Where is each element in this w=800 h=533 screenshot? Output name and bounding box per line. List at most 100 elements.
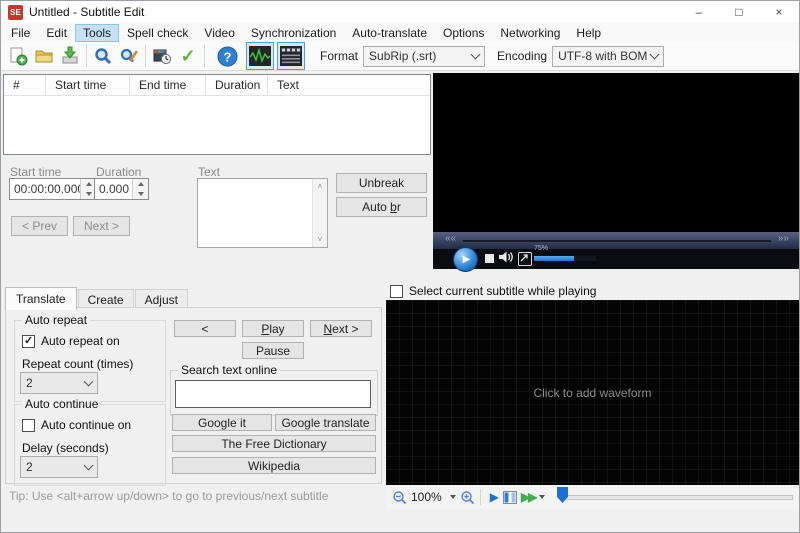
prev-button[interactable]: < Prev: [11, 216, 68, 236]
play-button[interactable]: Play: [242, 320, 304, 337]
menu-tools[interactable]: Tools: [75, 23, 120, 42]
new-file-icon[interactable]: [5, 43, 31, 69]
video-position-icon[interactable]: [502, 490, 517, 504]
scroll-down-icon[interactable]: ˅: [318, 235, 323, 244]
next-subtitle-button[interactable]: Next >: [73, 216, 130, 236]
start-time-input[interactable]: 00:00:00.000: [9, 178, 97, 200]
auto-br-mnemonic: b: [390, 200, 397, 214]
encoding-select[interactable]: UTF-8 with BOM: [552, 45, 665, 67]
waveform-zoom-value[interactable]: 100%: [411, 490, 442, 504]
next-button[interactable]: Next >: [310, 320, 372, 337]
app-icon[interactable]: SE: [8, 4, 23, 20]
back-button[interactable]: <: [174, 320, 236, 337]
tab-translate[interactable]: Translate: [5, 287, 77, 310]
column-text[interactable]: Text: [268, 75, 430, 95]
pause-button[interactable]: Pause: [242, 342, 304, 359]
save-icon[interactable]: [57, 43, 83, 69]
visual-sync-icon[interactable]: [149, 43, 175, 69]
menu-auto-translate[interactable]: Auto-translate: [344, 24, 435, 42]
duration-input[interactable]: 0.000: [94, 178, 149, 200]
main-toolbar: ✓ ? Format SubRip (.srt) Encoding UTF-8 …: [1, 42, 799, 71]
subtitle-list[interactable]: # Start time End time Duration Text: [3, 74, 431, 155]
format-select[interactable]: SubRip (.srt): [363, 45, 486, 67]
column-start-time[interactable]: Start time: [46, 75, 130, 95]
maximize-button[interactable]: □: [719, 1, 759, 23]
toggle-waveform-icon[interactable]: [246, 42, 274, 70]
volume-fill: [534, 256, 574, 261]
waveform-play-icon[interactable]: ▶: [490, 490, 499, 504]
checkbox-icon[interactable]: [390, 284, 403, 298]
scroll-up-icon[interactable]: ˄: [318, 182, 323, 191]
menu-networking[interactable]: Networking: [492, 24, 568, 42]
free-dictionary-button[interactable]: The Free Dictionary: [172, 435, 376, 452]
pause-button-label: Pause: [255, 343, 291, 358]
toolbar-separator: [204, 45, 205, 67]
next-button-label: Next >: [83, 219, 119, 233]
menu-spell-check[interactable]: Spell check: [119, 24, 196, 42]
speed-dropdown-icon[interactable]: [539, 495, 546, 499]
video-seek-bar[interactable]: «« »»: [433, 232, 799, 249]
google-translate-button[interactable]: Google translate: [275, 414, 376, 431]
column-end-time[interactable]: End time: [130, 75, 206, 95]
toggle-video-icon[interactable]: [277, 42, 305, 70]
video-player[interactable]: «« »» ▶ 75%: [433, 73, 799, 272]
textarea-scrollbar[interactable]: ˄ ˅: [312, 179, 327, 247]
volume-percent: 75%: [534, 245, 549, 252]
wikipedia-button[interactable]: Wikipedia: [172, 457, 376, 474]
spin-up-icon[interactable]: [85, 182, 92, 186]
spin-up-icon[interactable]: [137, 182, 144, 186]
column-duration[interactable]: Duration: [206, 75, 268, 95]
video-play-button[interactable]: ▶: [453, 247, 478, 272]
zoom-out-icon[interactable]: [392, 490, 407, 505]
select-current-subtitle-checkbox[interactable]: Select current subtitle while playing: [390, 284, 596, 298]
menu-edit[interactable]: Edit: [38, 24, 75, 42]
checkbox-icon[interactable]: [22, 334, 35, 348]
replace-icon[interactable]: [116, 43, 142, 69]
video-stop-button[interactable]: [485, 254, 494, 263]
volume-icon[interactable]: [499, 251, 514, 263]
fullscreen-icon[interactable]: [518, 252, 532, 266]
subtitle-list-header: # Start time End time Duration Text: [4, 75, 430, 96]
spell-check-icon[interactable]: ✓: [175, 43, 201, 69]
checkbox-icon[interactable]: [22, 418, 35, 432]
google-it-button[interactable]: Google it: [172, 414, 272, 431]
auto-br-button[interactable]: Auto br: [336, 197, 427, 217]
menu-synchronization[interactable]: Synchronization: [243, 24, 344, 42]
volume-slider[interactable]: [534, 256, 596, 261]
subtitle-text-area[interactable]: ˄ ˅: [197, 178, 328, 248]
menu-help[interactable]: Help: [568, 24, 609, 42]
close-button[interactable]: ×: [759, 1, 799, 23]
menu-video[interactable]: Video: [196, 24, 242, 42]
chevron-down-icon: [83, 460, 94, 471]
menu-options[interactable]: Options: [435, 24, 492, 42]
waveform-placeholder: Click to add waveform: [533, 385, 652, 400]
unbreak-button[interactable]: Unbreak: [336, 173, 427, 193]
spin-down-icon[interactable]: [137, 192, 144, 196]
fast-forward-icon[interactable]: ▶▶: [521, 490, 538, 504]
zoom-dropdown-icon[interactable]: [449, 495, 456, 499]
waveform-area[interactable]: Click to add waveform: [386, 300, 799, 485]
search-text-input[interactable]: [175, 380, 371, 408]
svg-text:?: ?: [223, 49, 231, 64]
waveform-position-slider[interactable]: [563, 495, 793, 500]
repeat-count-select[interactable]: 2: [20, 372, 98, 394]
auto-repeat-title: Auto repeat: [22, 313, 91, 327]
menu-file[interactable]: File: [3, 24, 38, 42]
window-controls: – □ ×: [679, 1, 799, 23]
column-number[interactable]: #: [4, 75, 46, 95]
repeat-count-value: 2: [26, 376, 33, 390]
spin-down-icon[interactable]: [85, 192, 92, 196]
auto-continue-checkbox[interactable]: Auto continue on: [22, 418, 131, 432]
zoom-in-icon[interactable]: [460, 490, 475, 505]
duration-spinner[interactable]: [132, 179, 148, 199]
find-icon[interactable]: [90, 43, 116, 69]
select-current-subtitle-label: Select current subtitle while playing: [409, 284, 597, 298]
seek-track[interactable]: [463, 240, 771, 243]
help-icon[interactable]: ?: [214, 43, 240, 69]
minimize-button[interactable]: –: [679, 1, 719, 23]
auto-repeat-checkbox[interactable]: Auto repeat on: [22, 334, 120, 348]
open-file-icon[interactable]: [31, 43, 57, 69]
seek-back-icon[interactable]: ««: [445, 233, 456, 244]
seek-forward-icon[interactable]: »»: [778, 233, 789, 244]
delay-select[interactable]: 2: [20, 456, 98, 478]
